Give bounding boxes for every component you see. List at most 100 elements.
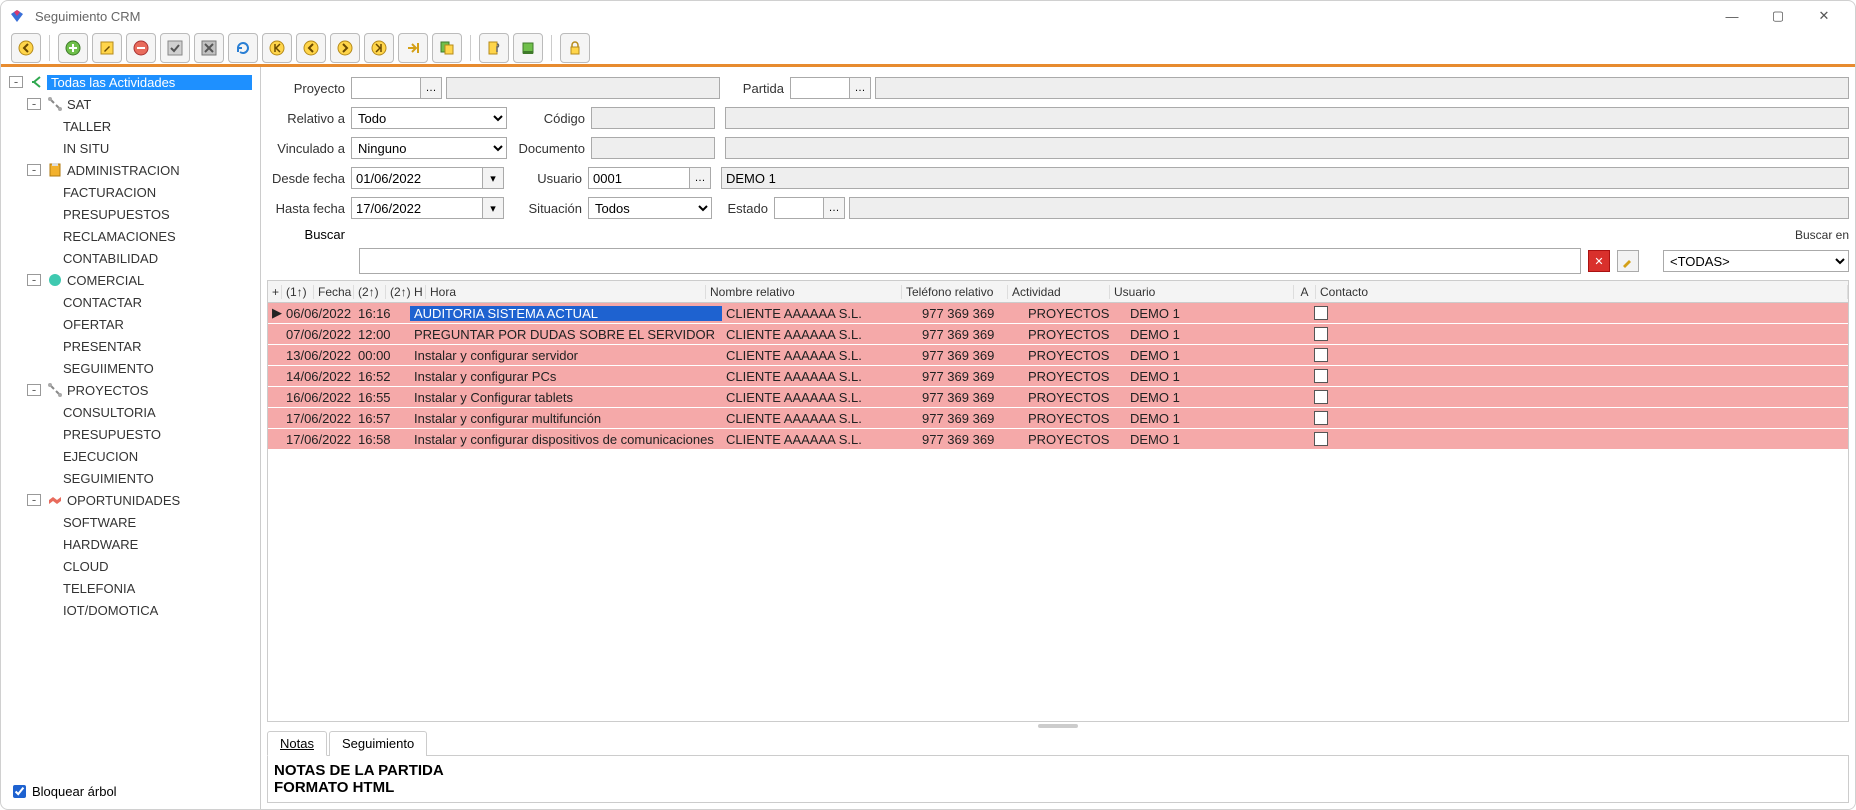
tree-leaf-0-0[interactable]: TALLER: [9, 115, 252, 137]
tree-leaf-1-3[interactable]: CONTABILIDAD: [9, 247, 252, 269]
col-contacto[interactable]: Contacto: [1316, 285, 1848, 299]
estado-lookup-button[interactable]: …: [823, 197, 845, 219]
partida-lookup-button[interactable]: …: [849, 77, 871, 99]
situacion-select[interactable]: Todos: [588, 197, 712, 219]
copy-button[interactable]: [432, 33, 462, 63]
titlebar: Seguimiento CRM — ▢ ✕: [1, 1, 1855, 31]
tree-node-3[interactable]: -PROYECTOS: [9, 379, 252, 401]
tree-leaf-4-4[interactable]: IOT/DOMOTICA: [9, 599, 252, 621]
row-checkbox[interactable]: [1314, 432, 1328, 446]
tree-node-1[interactable]: -ADMINISTRACION: [9, 159, 252, 181]
nav-last-button[interactable]: [364, 33, 394, 63]
tree-node-4[interactable]: -OPORTUNIDADES: [9, 489, 252, 511]
desde-calendar-button[interactable]: ▾: [482, 167, 504, 189]
tree[interactable]: -Todas las Actividades-SATTALLERIN SITU-…: [9, 71, 252, 778]
hasta-calendar-button[interactable]: ▾: [482, 197, 504, 219]
tree-leaf-2-1[interactable]: OFERTAR: [9, 313, 252, 335]
col-a[interactable]: A: [1294, 285, 1316, 299]
col-hora[interactable]: Hora: [426, 285, 706, 299]
notes-panel: NOTAS DE LA PARTIDA FORMATO HTML: [267, 756, 1849, 803]
relativo-select[interactable]: Todo: [351, 107, 507, 129]
col-sort3[interactable]: (2↑) H: [386, 285, 426, 299]
tree-leaf-3-0[interactable]: CONSULTORIA: [9, 401, 252, 423]
notes-line1: NOTAS DE LA PARTIDA: [274, 762, 1842, 779]
col-sort1[interactable]: (1↑): [282, 285, 314, 299]
table-row[interactable]: 16/06/202216:55Instalar y Configurar tab…: [268, 387, 1848, 408]
tree-node-0[interactable]: -SAT: [9, 93, 252, 115]
tree-leaf-0-1[interactable]: IN SITU: [9, 137, 252, 159]
table-row[interactable]: 13/06/202200:00Instalar y configurar ser…: [268, 345, 1848, 366]
lock-button[interactable]: [560, 33, 590, 63]
tree-leaf-2-0[interactable]: CONTACTAR: [9, 291, 252, 313]
col-sort2[interactable]: (2↑): [354, 285, 386, 299]
cancel-button[interactable]: [194, 33, 224, 63]
tree-leaf-4-3[interactable]: TELEFONIA: [9, 577, 252, 599]
tree-leaf-4-1[interactable]: HARDWARE: [9, 533, 252, 555]
tree-leaf-3-3[interactable]: SEGUIMIENTO: [9, 467, 252, 489]
row-checkbox[interactable]: [1314, 411, 1328, 425]
row-checkbox[interactable]: [1314, 369, 1328, 383]
table-row[interactable]: ▶06/06/202216:16AUDITORIA SISTEMA ACTUAL…: [268, 303, 1848, 324]
book-button[interactable]: [513, 33, 543, 63]
tree-leaf-1-2[interactable]: RECLAMACIONES: [9, 225, 252, 247]
grid-header[interactable]: + (1↑) Fecha (2↑) (2↑) H Hora Nombre rel…: [268, 281, 1848, 303]
buscar-en-select[interactable]: <TODAS>: [1663, 250, 1849, 272]
tab-notas[interactable]: Notas: [267, 731, 327, 756]
table-row[interactable]: 17/06/202216:58Instalar y configurar dis…: [268, 429, 1848, 450]
tree-leaf-2-2[interactable]: PRESENTAR: [9, 335, 252, 357]
close-button[interactable]: ✕: [1801, 1, 1847, 31]
tab-seguimiento[interactable]: Seguimiento: [329, 731, 427, 756]
add-button[interactable]: [58, 33, 88, 63]
usuario-lookup-button[interactable]: …: [689, 167, 711, 189]
col-plus[interactable]: +: [268, 285, 282, 299]
hasta-input[interactable]: [351, 197, 483, 219]
proyecto-lookup-button[interactable]: …: [420, 77, 442, 99]
proyecto-input[interactable]: [351, 77, 421, 99]
edit-button[interactable]: [92, 33, 122, 63]
estado-input[interactable]: [774, 197, 824, 219]
tree-leaf-2-3[interactable]: SEGUIIMENTO: [9, 357, 252, 379]
maximize-button[interactable]: ▢: [1755, 1, 1801, 31]
row-checkbox[interactable]: [1314, 306, 1328, 320]
activities-grid[interactable]: + (1↑) Fecha (2↑) (2↑) H Hora Nombre rel…: [267, 280, 1849, 722]
export-button[interactable]: [398, 33, 428, 63]
search-highlight-button[interactable]: [1617, 250, 1639, 272]
confirm-button[interactable]: [160, 33, 190, 63]
col-fecha[interactable]: Fecha: [314, 285, 354, 299]
row-checkbox[interactable]: [1314, 390, 1328, 404]
tree-leaf-1-1[interactable]: PRESUPUESTOS: [9, 203, 252, 225]
col-nombre[interactable]: Nombre relativo: [706, 285, 902, 299]
vinculado-select[interactable]: Ninguno: [351, 137, 507, 159]
tree-node-2[interactable]: -COMERCIAL: [9, 269, 252, 291]
tree-leaf-3-2[interactable]: EJECUCION: [9, 445, 252, 467]
delete-button[interactable]: [126, 33, 156, 63]
minimize-button[interactable]: —: [1709, 1, 1755, 31]
tree-root[interactable]: -Todas las Actividades: [9, 71, 252, 93]
desde-input[interactable]: [351, 167, 483, 189]
search-input[interactable]: [359, 248, 1581, 274]
attach-button[interactable]: [479, 33, 509, 63]
refresh-button[interactable]: [228, 33, 258, 63]
tree-leaf-4-0[interactable]: SOFTWARE: [9, 511, 252, 533]
table-row[interactable]: 14/06/202216:52Instalar y configurar PCs…: [268, 366, 1848, 387]
lock-tree-row[interactable]: Bloquear árbol: [9, 778, 252, 805]
col-usuario[interactable]: Usuario: [1110, 285, 1294, 299]
tree-leaf-4-2[interactable]: CLOUD: [9, 555, 252, 577]
table-row[interactable]: 07/06/202212:00PREGUNTAR POR DUDAS SOBRE…: [268, 324, 1848, 345]
back-button[interactable]: [11, 33, 41, 63]
tree-leaf-3-1[interactable]: PRESUPUESTO: [9, 423, 252, 445]
splitter[interactable]: [261, 722, 1855, 730]
nav-next-button[interactable]: [330, 33, 360, 63]
usuario-code-input[interactable]: [588, 167, 690, 189]
lock-tree-checkbox[interactable]: [13, 785, 26, 798]
tree-leaf-1-0[interactable]: FACTURACION: [9, 181, 252, 203]
search-clear-button[interactable]: ✕: [1588, 250, 1610, 272]
nav-first-button[interactable]: [262, 33, 292, 63]
row-checkbox[interactable]: [1314, 348, 1328, 362]
table-row[interactable]: 17/06/202216:57Instalar y configurar mul…: [268, 408, 1848, 429]
partida-input[interactable]: [790, 77, 850, 99]
row-checkbox[interactable]: [1314, 327, 1328, 341]
col-telefono[interactable]: Teléfono relativo: [902, 285, 1008, 299]
col-actividad[interactable]: Actividad: [1008, 285, 1110, 299]
nav-prev-button[interactable]: [296, 33, 326, 63]
